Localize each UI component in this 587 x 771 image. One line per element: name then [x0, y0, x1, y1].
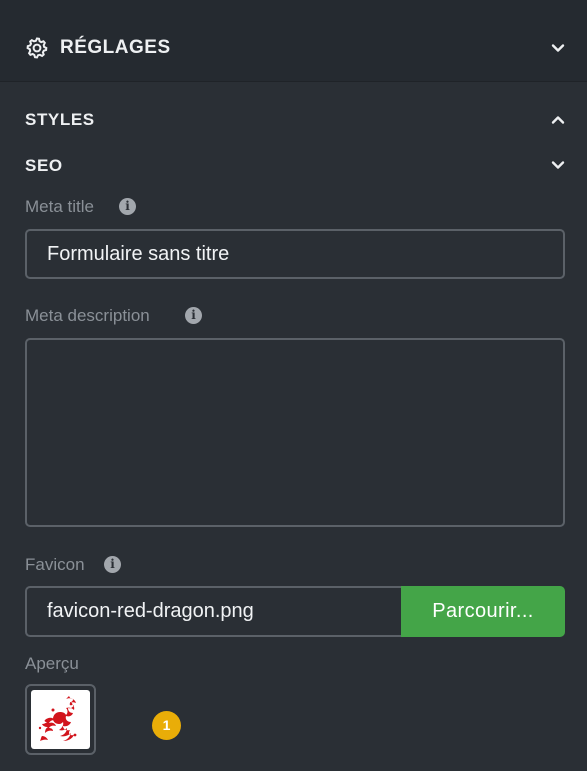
chevron-down-icon[interactable] [550, 40, 566, 56]
meta-description-textarea[interactable] [25, 338, 565, 527]
info-icon[interactable]: i [119, 198, 136, 215]
settings-header[interactable]: RÉGLAGES [0, 0, 587, 82]
red-dragon-icon [38, 696, 77, 741]
preview-label: Aperçu [25, 654, 79, 673]
notification-badge[interactable]: 1 [152, 711, 181, 740]
styles-section-label: STYLES [25, 110, 95, 129]
favicon-label: Favicon [25, 555, 85, 574]
browse-button[interactable]: Parcourir... [401, 586, 565, 637]
favicon-filename-input[interactable]: favicon-red-dragon.png [25, 586, 405, 637]
favicon-preview [25, 684, 96, 755]
seo-section-label: SEO [25, 156, 63, 175]
gear-icon [26, 37, 48, 59]
settings-title: RÉGLAGES [60, 37, 171, 58]
chevron-down-icon[interactable] [550, 157, 566, 173]
chevron-up-icon[interactable] [550, 112, 566, 128]
info-icon[interactable]: i [104, 556, 121, 573]
meta-title-input[interactable]: Formulaire sans titre [25, 229, 565, 279]
info-icon[interactable]: i [185, 307, 202, 324]
meta-title-label: Meta title [25, 197, 94, 216]
meta-description-label: Meta description [25, 306, 150, 325]
